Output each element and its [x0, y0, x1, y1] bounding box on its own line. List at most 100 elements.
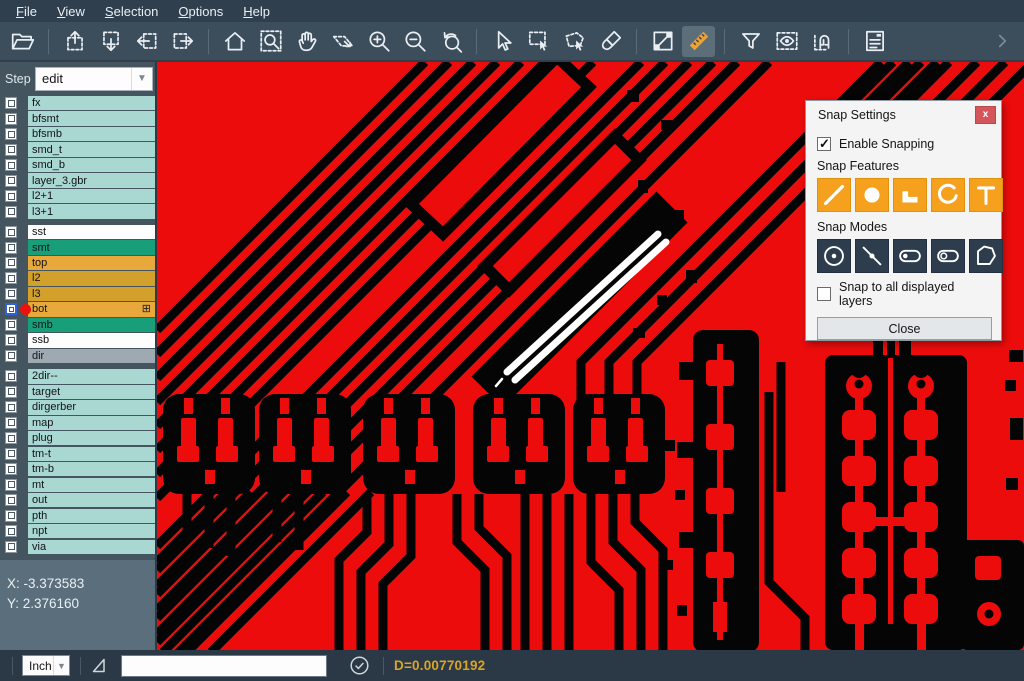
- layer-row[interactable]: bot⊞: [0, 302, 157, 316]
- layer-checkbox[interactable]: [5, 288, 17, 300]
- layer-checkbox[interactable]: [5, 303, 17, 315]
- layer-row[interactable]: bfsmb: [0, 127, 157, 141]
- layer-name[interactable]: tm-b: [28, 462, 155, 476]
- layer-row[interactable]: 2dir--: [0, 369, 157, 383]
- select-rect-button[interactable]: [522, 26, 555, 57]
- layer-row[interactable]: ssb: [0, 333, 157, 347]
- dialog-title-bar[interactable]: Snap Settings x: [806, 101, 1001, 126]
- layer-row[interactable]: l3+1: [0, 204, 157, 218]
- layer-name[interactable]: via: [28, 540, 155, 554]
- pan-left-button[interactable]: [130, 26, 163, 57]
- zoom-window-button[interactable]: [326, 26, 359, 57]
- layer-checkbox[interactable]: [5, 334, 17, 346]
- select-arrow-button[interactable]: [486, 26, 519, 57]
- layer-row[interactable]: tm-b: [0, 462, 157, 476]
- layer-checkbox[interactable]: [5, 319, 17, 331]
- menu-file[interactable]: File: [6, 2, 47, 21]
- layer-name[interactable]: pth: [28, 509, 155, 523]
- close-button[interactable]: Close: [817, 317, 992, 340]
- layer-name[interactable]: bot⊞: [28, 302, 155, 316]
- snap-entity-button[interactable]: [931, 239, 965, 273]
- step-select[interactable]: edit ▼: [35, 67, 153, 91]
- layer-row[interactable]: l2: [0, 271, 157, 285]
- layer-name[interactable]: npt: [28, 524, 155, 538]
- layer-row[interactable]: l2+1: [0, 189, 157, 203]
- pan-right-button[interactable]: [166, 26, 199, 57]
- layer-checkbox[interactable]: [5, 257, 17, 269]
- layer-checkbox[interactable]: [5, 113, 17, 125]
- layer-row[interactable]: target: [0, 385, 157, 399]
- layer-name[interactable]: target: [28, 385, 155, 399]
- layer-checkbox[interactable]: [5, 541, 17, 553]
- zoom-in-button[interactable]: [362, 26, 395, 57]
- layer-name[interactable]: dirgerber: [28, 400, 155, 414]
- layer-row[interactable]: plug: [0, 431, 157, 445]
- layer-row[interactable]: mt: [0, 478, 157, 492]
- layer-checkbox[interactable]: [5, 159, 17, 171]
- report-button[interactable]: [858, 26, 891, 57]
- layer-row[interactable]: l3: [0, 287, 157, 301]
- layer-checkbox[interactable]: [5, 417, 17, 429]
- layer-name[interactable]: smt: [28, 240, 155, 254]
- pan-up-button[interactable]: [58, 26, 91, 57]
- ruler-button[interactable]: [682, 26, 715, 57]
- layer-checkbox[interactable]: [5, 226, 17, 238]
- layer-name[interactable]: sst: [28, 225, 155, 239]
- layer-row[interactable]: npt: [0, 524, 157, 538]
- layer-row[interactable]: top: [0, 256, 157, 270]
- layer-row[interactable]: via: [0, 540, 157, 554]
- layer-name[interactable]: smd_b: [28, 158, 155, 172]
- layer-checkbox[interactable]: [5, 401, 17, 413]
- layer-checkbox[interactable]: [5, 190, 17, 202]
- angle-corner-icon[interactable]: [90, 656, 109, 675]
- layer-name[interactable]: bfsmt: [28, 111, 155, 125]
- layer-checkbox[interactable]: [5, 175, 17, 187]
- snap-midpoint-button[interactable]: [855, 239, 889, 273]
- snap-arc-button[interactable]: [931, 178, 965, 212]
- open-folder-button[interactable]: [6, 26, 39, 57]
- layer-name[interactable]: dir: [28, 349, 155, 363]
- close-icon[interactable]: x: [975, 106, 996, 124]
- layer-checkbox[interactable]: [5, 350, 17, 362]
- home-button[interactable]: [218, 26, 251, 57]
- menu-options[interactable]: Options: [168, 2, 233, 21]
- layer-checkbox[interactable]: [5, 386, 17, 398]
- snap-entity-origin-button[interactable]: [893, 239, 927, 273]
- layer-checkbox[interactable]: [5, 128, 17, 140]
- layer-checkbox[interactable]: [5, 432, 17, 444]
- layer-checkbox[interactable]: [5, 144, 17, 156]
- layer-name[interactable]: smd_t: [28, 142, 155, 156]
- layer-name[interactable]: smb: [28, 318, 155, 332]
- layer-checkbox[interactable]: [5, 448, 17, 460]
- layer-name[interactable]: l3+1: [28, 204, 155, 218]
- layer-checkbox[interactable]: [5, 510, 17, 522]
- layer-name[interactable]: out: [28, 493, 155, 507]
- layer-checkbox[interactable]: [5, 272, 17, 284]
- layer-name[interactable]: fx: [28, 96, 155, 110]
- layer-row[interactable]: map: [0, 416, 157, 430]
- layer-name[interactable]: 2dir--: [28, 369, 155, 383]
- layer-row[interactable]: layer_3.gbr: [0, 173, 157, 187]
- layer-row[interactable]: sst: [0, 225, 157, 239]
- zoom-extents-button[interactable]: [254, 26, 287, 57]
- layer-checkbox[interactable]: [5, 97, 17, 109]
- units-select[interactable]: Inch ▼: [22, 655, 70, 676]
- layer-name[interactable]: ssb: [28, 333, 155, 347]
- layer-name[interactable]: bfsmb: [28, 127, 155, 141]
- layer-row[interactable]: out: [0, 493, 157, 507]
- pan-down-button[interactable]: [94, 26, 127, 57]
- layer-name[interactable]: top: [28, 256, 155, 270]
- layer-row[interactable]: pth: [0, 509, 157, 523]
- layer-name[interactable]: tm-t: [28, 447, 155, 461]
- layer-row[interactable]: tm-t: [0, 447, 157, 461]
- layer-name[interactable]: plug: [28, 431, 155, 445]
- layer-row[interactable]: bfsmt: [0, 111, 157, 125]
- snap-polygon-button[interactable]: [969, 239, 1003, 273]
- snap-circle-button[interactable]: [855, 178, 889, 212]
- layer-checkbox[interactable]: [5, 494, 17, 506]
- snap-surface-button[interactable]: [893, 178, 927, 212]
- filter-funnel-button[interactable]: [734, 26, 767, 57]
- layer-row[interactable]: dir: [0, 349, 157, 363]
- layer-row[interactable]: smd_b: [0, 158, 157, 172]
- layer-row[interactable]: smd_t: [0, 142, 157, 156]
